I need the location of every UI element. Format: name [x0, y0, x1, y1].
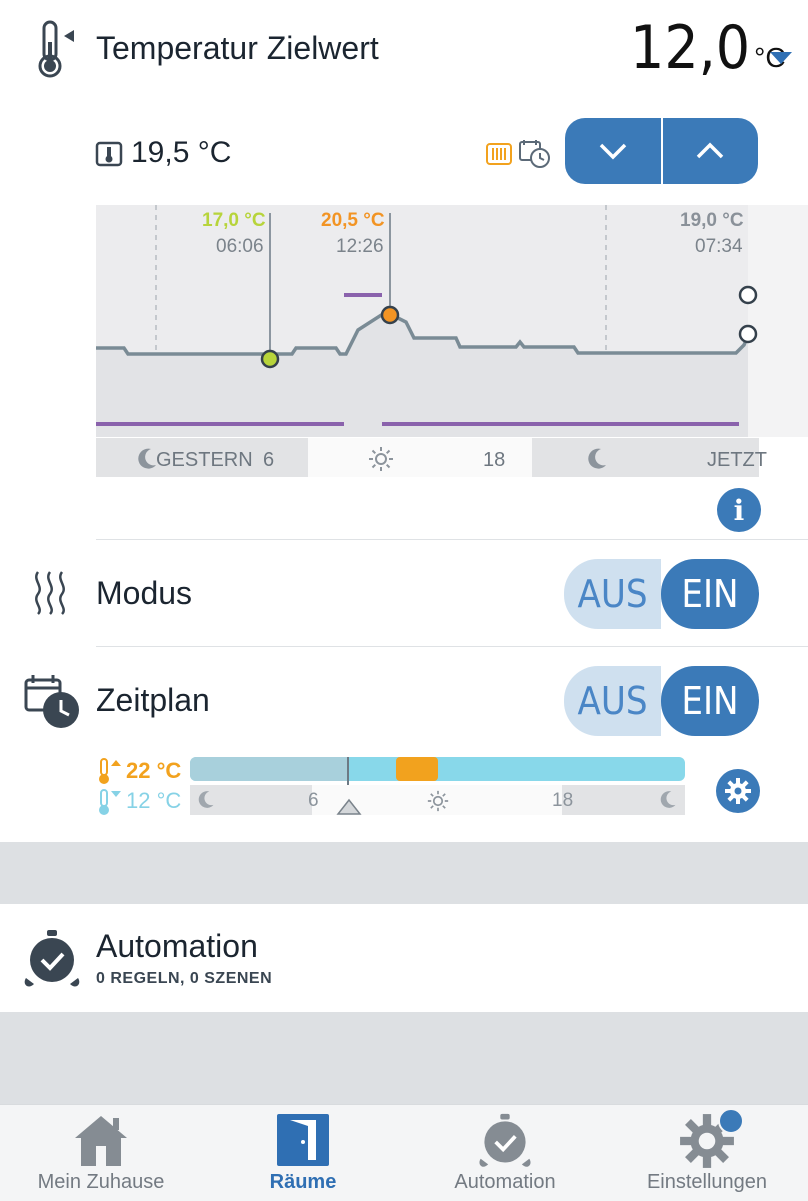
- alarm-clock-icon: [479, 1113, 531, 1167]
- mode-off-option[interactable]: AUS: [564, 559, 661, 629]
- marker-max-time: 12:26: [336, 236, 384, 257]
- tab-raeume[interactable]: Räume: [202, 1106, 404, 1200]
- divider: [96, 646, 808, 647]
- tab-label: Einstellungen: [646, 1171, 768, 1193]
- sun-icon: [368, 446, 394, 477]
- marker-now-temp: 19,0 °C: [680, 210, 744, 231]
- axis-label-end: JETZT: [707, 449, 767, 471]
- marker-now: [738, 324, 758, 344]
- tab-label: Automation: [454, 1171, 556, 1193]
- chevron-down-icon: [599, 143, 626, 160]
- marker-now-time: 07:34: [695, 236, 743, 257]
- tab-label: Räume: [269, 1171, 337, 1193]
- schedule-heating-block: [396, 757, 438, 781]
- axis-label-start: GESTERN: [156, 449, 253, 471]
- automation-title: Automation: [96, 928, 258, 964]
- target-value-number: 12,0: [630, 13, 751, 83]
- temperature-down-button[interactable]: [565, 118, 661, 184]
- marker-min-temp: 17,0 °C: [202, 210, 266, 231]
- moon-icon: [658, 789, 678, 814]
- schedule-axis-18: 18: [552, 790, 574, 811]
- temperature-stepper[interactable]: [565, 118, 758, 184]
- section-separator: [0, 842, 808, 904]
- tab-mein-zuhause[interactable]: Mein Zuhause: [0, 1106, 202, 1200]
- marker-max-temp: 20,5 °C: [321, 210, 385, 231]
- mode-toggle[interactable]: AUS EIN: [564, 559, 759, 629]
- house-icon: [75, 1116, 127, 1166]
- section-separator: [0, 1012, 808, 1104]
- schedule-clock-icon: [518, 138, 552, 175]
- high-temperature-value: 22 °C: [126, 758, 182, 783]
- thermometer-target-icon: [34, 18, 78, 80]
- schedule-past-overlay: [190, 757, 348, 781]
- chevron-down-icon[interactable]: [768, 50, 794, 71]
- notification-badge: [718, 1108, 744, 1134]
- high-temperature-icon: [96, 757, 122, 790]
- gear-icon: [725, 778, 751, 804]
- temperature-up-button[interactable]: [663, 118, 759, 184]
- calendar-clock-icon: [23, 672, 81, 735]
- radiator-icon: [485, 140, 515, 173]
- chevron-up-icon: [697, 142, 724, 159]
- low-temperature-icon: [96, 788, 122, 821]
- schedule-toggle[interactable]: AUS EIN: [564, 666, 759, 736]
- target-temperature-value[interactable]: 12,0 °C: [630, 16, 786, 80]
- automation-subtitle: 0 REGELN, 0 SZENEN: [96, 970, 273, 987]
- tab-einstellungen[interactable]: Einstellungen: [606, 1106, 808, 1200]
- schedule-axis-6: 6: [308, 790, 319, 811]
- schedule-on-option[interactable]: EIN: [661, 666, 759, 736]
- schedule-settings-button[interactable]: [716, 769, 760, 813]
- sun-icon: [427, 790, 449, 817]
- current-temperature: 19,5 °C: [131, 136, 232, 169]
- divider: [96, 539, 808, 540]
- schedule-bar[interactable]: [190, 757, 685, 781]
- marker-min: [260, 349, 280, 369]
- mode-label: Modus: [96, 575, 193, 611]
- schedule-label: Zeitplan: [96, 682, 210, 718]
- schedule-off-option[interactable]: AUS: [564, 666, 661, 736]
- heat-waves-icon: [30, 568, 70, 623]
- marker-max: [380, 305, 400, 325]
- schedule-now-pointer-icon: [336, 798, 362, 821]
- axis-label-18: 18: [483, 449, 506, 471]
- tab-automation[interactable]: Automation: [404, 1106, 606, 1200]
- moon-icon: [196, 789, 216, 814]
- mode-on-option[interactable]: EIN: [661, 559, 759, 629]
- door-icon: [277, 1114, 329, 1166]
- marker-min-time: 06:06: [216, 236, 264, 257]
- info-button[interactable]: i: [717, 488, 761, 532]
- info-icon: i: [733, 493, 745, 527]
- target-temperature-title: Temperatur Zielwert: [96, 30, 379, 66]
- moon-icon: [585, 446, 609, 475]
- alarm-clock-icon: [22, 928, 82, 995]
- tab-label: Mein Zuhause: [37, 1171, 165, 1193]
- marker-now-upper: [738, 285, 758, 305]
- room-thermometer-icon: [95, 140, 123, 173]
- low-temperature-value: 12 °C: [126, 788, 182, 813]
- axis-label-6: 6: [263, 449, 275, 471]
